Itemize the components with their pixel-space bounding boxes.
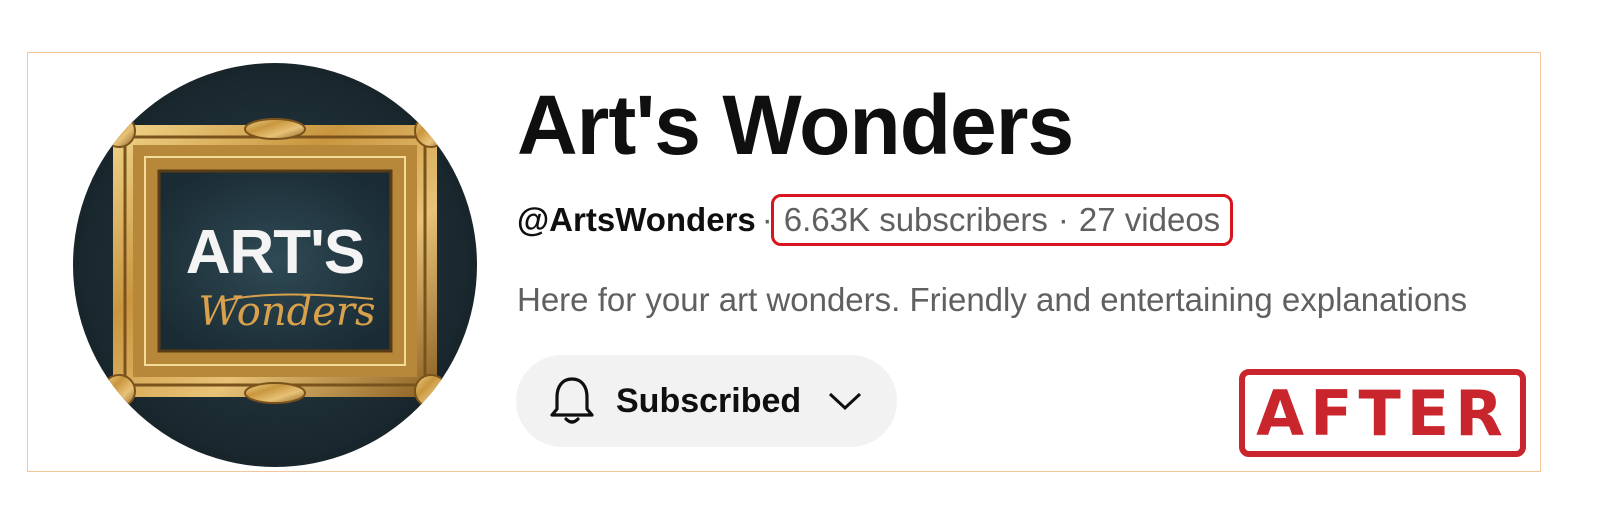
subscribed-label: Subscribed [616, 381, 802, 420]
after-stamp: AFTER [1239, 369, 1526, 457]
subscribed-button[interactable]: Subscribed [516, 355, 897, 447]
subscriber-count: 6.63K subscribers [783, 201, 1048, 238]
channel-description[interactable]: Here for your art wonders. Friendly and … [517, 279, 1467, 321]
channel-handle[interactable]: @ArtsWonders [517, 201, 756, 239]
stats-separator: · [1057, 201, 1069, 238]
highlighted-stats: 6.63K subscribers · 27 videos [770, 194, 1234, 246]
video-count[interactable]: 27 videos [1079, 201, 1220, 239]
bell-icon [550, 377, 594, 424]
channel-title: Art's Wonders [517, 78, 1074, 172]
logo-main-text: ART'S [186, 218, 365, 287]
chevron-down-icon [829, 392, 862, 411]
channel-avatar[interactable]: ART'S Wonders [73, 63, 477, 467]
art-frame-logo: ART'S Wonders [102, 114, 448, 408]
channel-meta: @ArtsWonders · 6.63K subscribers · 27 vi… [517, 194, 1234, 246]
channel-header-frame: ART'S Wonders Art's Wonders @ArtsWonders… [27, 52, 1541, 472]
